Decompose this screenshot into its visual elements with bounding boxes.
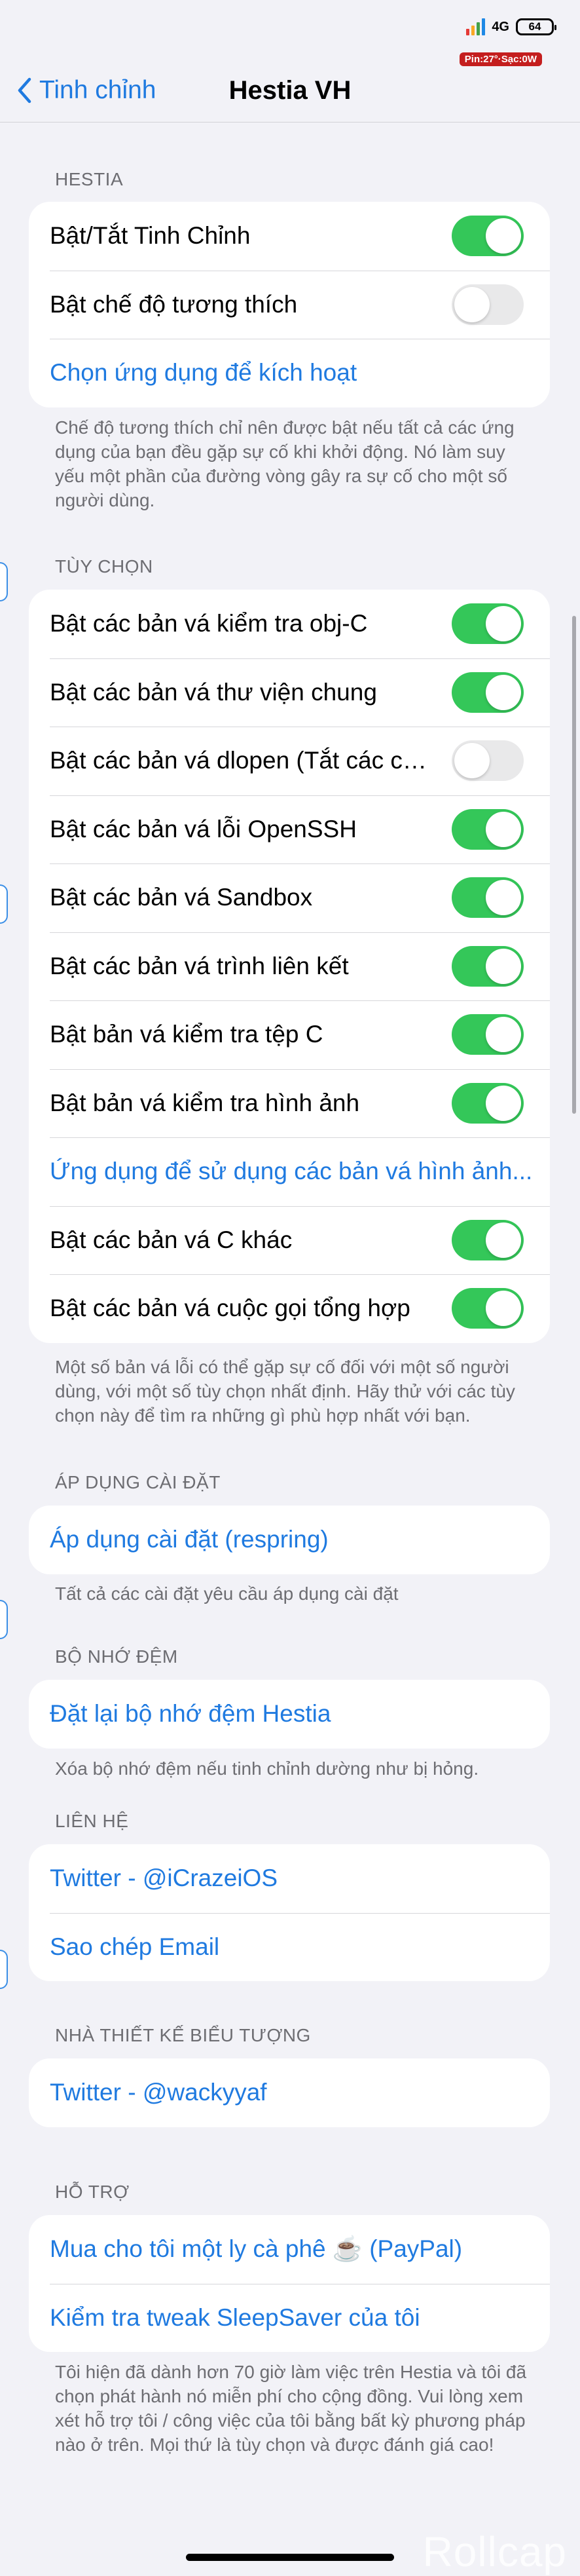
toggle-objc-patches[interactable] <box>452 603 524 645</box>
link-image-patch-apps[interactable]: Ứng dụng để sử dụng các bản vá hình ảnh.… <box>29 1137 550 1206</box>
row-label: Bật các bản vá Sandbox <box>50 884 313 911</box>
toggle-enable-tweak[interactable] <box>452 216 524 257</box>
section-footer-cache: Xóa bộ nhớ đệm nếu tinh chỉnh dường như … <box>55 1758 479 1779</box>
row-enable-tweak: Bật/Tắt Tinh Chỉnh <box>29 202 550 271</box>
row-openssh-patches: Bật các bản vá lỗi OpenSSH <box>29 795 550 864</box>
row-label: Bật các bản vá C khác <box>50 1226 293 1253</box>
link-label: Ứng dụng để sử dụng các bản vá hình ảnh.… <box>50 1158 533 1185</box>
group-cache: Đặt lại bộ nhớ đệm Hestia <box>29 1680 550 1749</box>
edge-handle[interactable] <box>0 884 8 924</box>
row-objc-patches: Bật các bản vá kiểm tra obj-C <box>29 590 550 658</box>
row-image-check-patch: Bật bản vá kiểm tra hình ảnh <box>29 1069 550 1138</box>
link-reset-cache[interactable]: Đặt lại bộ nhớ đệm Hestia <box>29 1680 550 1749</box>
row-linker-patches: Bật các bản vá trình liên kết <box>29 932 550 1001</box>
section-header-contact: LIÊN HỆ <box>55 1811 129 1831</box>
toggle-linker-patches[interactable] <box>452 945 524 987</box>
row-label: Bật các bản vá dlopen (Tắt các chỉ... <box>50 747 436 774</box>
link-sleepsaver[interactable]: Kiểm tra tweak SleepSaver của tôi <box>29 2283 550 2353</box>
edge-handle[interactable] <box>0 562 8 601</box>
link-twitter-icrazeios[interactable]: Twitter - @iCrazeiOS <box>29 1844 550 1913</box>
row-label: Bật các bản vá lỗi OpenSSH <box>50 815 357 843</box>
link-apply-respring[interactable]: Áp dụng cài đặt (respring) <box>29 1506 550 1574</box>
link-label: Twitter - @wackyyaf <box>50 2079 267 2106</box>
group-contact: Twitter - @iCrazeiOS Sao chép Email <box>29 1844 550 1981</box>
toggle-openssh-patches[interactable] <box>452 808 524 850</box>
row-label: Bật/Tắt Tinh Chỉnh <box>50 222 251 250</box>
link-label: Twitter - @iCrazeiOS <box>50 1865 278 1892</box>
section-header-apply: ÁP DỤNG CÀI ĐẶT <box>55 1472 221 1492</box>
group-apply: Áp dụng cài đặt (respring) <box>29 1506 550 1574</box>
section-header-options: TÙY CHỌN <box>55 556 153 577</box>
section-header-support: HỖ TRỢ <box>55 2182 130 2202</box>
row-label: Bật bản vá kiểm tra tệp C <box>50 1021 323 1048</box>
section-footer-hestia: Chế độ tương thích chỉ nên được bật nếu … <box>55 417 515 510</box>
section-header-icon-designer: NHÀ THIẾT KẾ BIỂU TƯỢNG <box>55 2025 311 2045</box>
status-bar: 4G 64 Pin:27°·Sạc:0W <box>0 0 580 72</box>
signal-strength-icon <box>466 18 486 35</box>
link-label: Mua cho tôi một ly cà phê ☕ (PayPal) <box>50 2235 463 2262</box>
link-twitter-wackyyaf[interactable]: Twitter - @wackyyaf <box>29 2058 550 2127</box>
row-label: Bật bản vá kiểm tra hình ảnh <box>50 1089 360 1116</box>
group-options: Bật các bản vá kiểm tra obj-C Bật các bả… <box>29 590 550 1343</box>
row-label: Bật các bản vá trình liên kết <box>50 952 349 979</box>
link-label: Đặt lại bộ nhớ đệm Hestia <box>50 1700 331 1728</box>
link-label: Sao chép Email <box>50 1933 220 1960</box>
row-other-c-patches: Bật các bản vá C khác <box>29 1205 550 1275</box>
home-indicator[interactable] <box>186 2554 394 2561</box>
toggle-shared-lib-patches[interactable] <box>452 672 524 713</box>
edge-handle[interactable] <box>0 1950 8 1989</box>
battery-icon: 64 <box>516 18 556 35</box>
row-label: Bật các bản vá cuộc gọi tổng hợp <box>50 1295 410 1322</box>
row-file-check-patch: Bật bản vá kiểm tra tệp C <box>29 1000 550 1069</box>
row-syscall-patches: Bật các bản vá cuộc gọi tổng hợp <box>29 1274 550 1343</box>
row-label: Bật các bản vá thư viện chung <box>50 678 377 706</box>
section-footer-options: Một số bản vá lỗi có thể gặp sự cố đối v… <box>55 1357 515 1426</box>
network-type: 4G <box>492 19 509 34</box>
toggle-other-c-patches[interactable] <box>452 1219 524 1260</box>
link-paypal-coffee[interactable]: Mua cho tôi một ly cà phê ☕ (PayPal) <box>29 2215 550 2284</box>
row-compat-mode: Bật chế độ tương thích <box>29 270 550 339</box>
row-sandbox-patches: Bật các bản vá Sandbox <box>29 863 550 932</box>
group-icon-designer: Twitter - @wackyyaf <box>29 2058 550 2127</box>
navbar-divider <box>0 122 580 123</box>
row-label: Bật các bản vá kiểm tra obj-C <box>50 610 368 637</box>
toggle-dlopen-patches[interactable] <box>452 740 524 782</box>
battery-level: 64 <box>528 20 541 33</box>
toggle-sandbox-patches[interactable] <box>452 877 524 919</box>
section-header-cache: BỘ NHỚ ĐỆM <box>55 1646 178 1667</box>
page-title: Hestia VH <box>228 76 352 105</box>
group-support: Mua cho tôi một ly cà phê ☕ (PayPal) Kiể… <box>29 2215 550 2352</box>
group-hestia: Bật/Tắt Tinh Chỉnh Bật chế độ tương thíc… <box>29 202 550 407</box>
section-footer-support: Tôi hiện đã dành hơn 70 giờ làm việc trê… <box>55 2362 527 2455</box>
section-footer-apply: Tất cả các cài đặt yêu cầu áp dụng cài đ… <box>55 1583 399 1604</box>
battery-info-badge: Pin:27°·Sạc:0W <box>459 52 542 66</box>
edge-handle[interactable] <box>0 1600 8 1639</box>
status-icons: 4G 64 <box>466 18 556 35</box>
scroll-indicator[interactable] <box>572 616 576 1114</box>
navigation-bar: Tinh chỉnh Hestia VH <box>0 72 580 114</box>
watermark: Rollcap <box>422 2528 567 2575</box>
row-shared-lib-patches: Bật các bản vá thư viện chung <box>29 658 550 727</box>
row-dlopen-patches: Bật các bản vá dlopen (Tắt các chỉ... <box>29 727 550 795</box>
toggle-file-check-patch[interactable] <box>452 1014 524 1055</box>
toggle-syscall-patches[interactable] <box>452 1288 524 1329</box>
toggle-compat-mode[interactable] <box>452 284 524 325</box>
row-label: Bật chế độ tương thích <box>50 290 298 318</box>
toggle-image-check-patch[interactable] <box>452 1082 524 1124</box>
link-label: Kiểm tra tweak SleepSaver của tôi <box>50 2303 420 2331</box>
link-choose-apps[interactable]: Chọn ứng dụng để kích hoạt <box>29 339 550 407</box>
link-label: Chọn ứng dụng để kích hoạt <box>50 359 357 387</box>
link-label: Áp dụng cài đặt (respring) <box>50 1526 329 1553</box>
section-header-hestia: HESTIA <box>55 169 124 189</box>
link-copy-email[interactable]: Sao chép Email <box>29 1912 550 1982</box>
